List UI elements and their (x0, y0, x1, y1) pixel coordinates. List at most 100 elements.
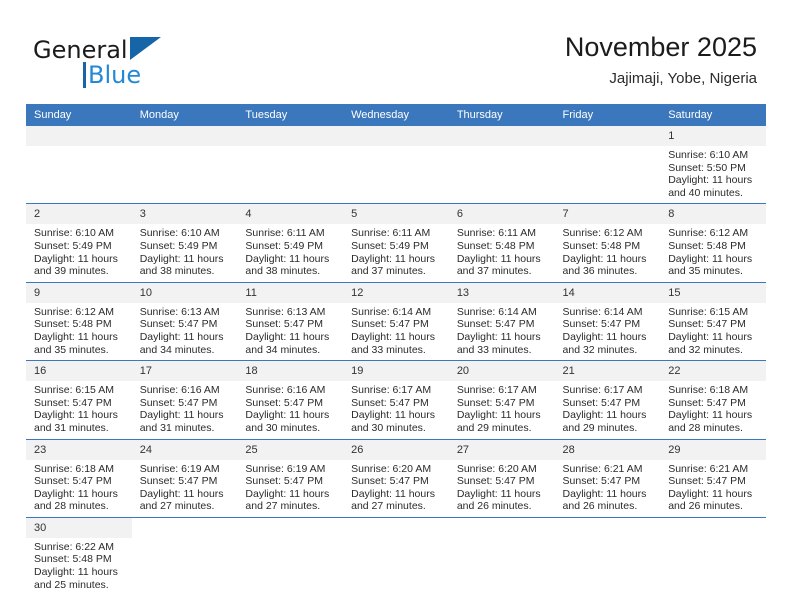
daylight-text: Daylight: 11 hours and 31 minutes. (34, 409, 118, 434)
calendar-day-cell[interactable]: 29 Sunrise: 6:21 AM Sunset: 5:47 PM Dayligh… (660, 439, 766, 518)
sunrise-text: Sunrise: 6:19 AM (139, 462, 220, 475)
sunset-text: Sunset: 5:49 PM (351, 239, 429, 252)
calendar-day-cell[interactable]: 12 Sunrise: 6:14 AM Sunset: 5:47 PM Dayligh… (343, 282, 449, 362)
calendar-cell-empty (448, 517, 555, 596)
calendar-week-row: 2 Sunrise: 6:10 AM Sunset: 5:49 PM Daylight… (26, 203, 766, 283)
sunrise-text: Sunrise: 6:14 AM (562, 305, 643, 318)
weekday-header-tuesday: Tuesday (237, 104, 344, 126)
calendar-day-cell[interactable]: 6 Sunrise: 6:11 AM Sunset: 5:48 PM Daylight… (448, 203, 555, 283)
daylight-text: Daylight: 11 hours and 33 minutes. (351, 330, 435, 356)
calendar-day-cell[interactable]: 23 Sunrise: 6:18 AM Sunset: 5:47 PM Dayligh… (26, 439, 132, 518)
sunset-text: Sunset: 5:47 PM (562, 475, 641, 488)
sunset-text: Sunset: 5:47 PM (139, 318, 218, 331)
calendar-cell-empty (343, 517, 449, 596)
day-number (237, 518, 343, 538)
calendar-day-cell[interactable]: 15 Sunrise: 6:15 AM Sunset: 5:47 PM Dayligh… (660, 282, 766, 362)
daylight-text: Daylight: 11 hours and 32 minutes. (562, 330, 647, 356)
general-blue-logo[interactable]: General Blue (33, 36, 213, 90)
calendar-day-cell[interactable]: 16 Sunrise: 6:15 AM Sunset: 5:47 PM Dayligh… (26, 360, 132, 440)
calendar-day-cell[interactable]: 17 Sunrise: 6:16 AM Sunset: 5:47 PM Dayligh… (131, 360, 238, 440)
day-sun-info: Sunrise: 6:10 AM Sunset: 5:49 PM Daylight:… (26, 224, 132, 281)
calendar-day-cell[interactable]: 5 Sunrise: 6:11 AM Sunset: 5:49 PM Daylight… (343, 203, 449, 283)
day-sun-info: Sunrise: 6:19 AM Sunset: 5:47 PM Daylight:… (132, 460, 238, 517)
day-number: 27 (448, 439, 555, 460)
day-number: 21 (554, 361, 661, 382)
sunset-text: Sunset: 5:47 PM (34, 396, 112, 409)
day-number: 16 (26, 361, 132, 382)
calendar-day-cell[interactable]: 2 Sunrise: 6:10 AM Sunset: 5:49 PM Daylight… (26, 203, 132, 283)
calendar-day-cell[interactable]: 9 Sunrise: 6:12 AM Sunset: 5:48 PM Daylight… (26, 282, 132, 362)
day-number: 24 (131, 439, 238, 460)
calendar-day-cell[interactable]: 14 Sunrise: 6:14 AM Sunset: 5:47 PM Dayligh… (554, 282, 661, 362)
sunset-text: Sunset: 5:49 PM (139, 239, 218, 252)
daylight-text: Daylight: 11 hours and 27 minutes. (139, 487, 224, 513)
daylight-text: Daylight: 11 hours and 27 minutes. (351, 487, 435, 513)
daylight-text: Daylight: 11 hours and 39 minutes. (34, 252, 118, 278)
sunset-text: Sunset: 5:47 PM (351, 396, 429, 409)
sunset-text: Sunset: 5:47 PM (562, 396, 641, 409)
sunrise-text: Sunrise: 6:22 AM (34, 540, 114, 553)
calendar-day-cell[interactable]: 13 Sunrise: 6:14 AM Sunset: 5:47 PM Dayligh… (448, 282, 555, 362)
daylight-text: Daylight: 11 hours and 37 minutes. (351, 252, 435, 278)
sunrise-text: Sunrise: 6:12 AM (562, 227, 643, 240)
day-sun-info: Sunrise: 6:21 AM Sunset: 5:47 PM Daylight:… (555, 460, 661, 517)
calendar-day-cell[interactable]: 8 Sunrise: 6:12 AM Sunset: 5:48 PM Daylight… (660, 203, 766, 283)
sunset-text: Sunset: 5:50 PM (668, 161, 746, 174)
day-number (132, 518, 238, 538)
day-sun-info: Sunrise: 6:22 AM Sunset: 5:48 PM Daylight:… (26, 538, 132, 595)
calendar-day-cell[interactable]: 1 Sunrise: 6:10 AM Sunset: 5:50 PM Daylight… (660, 126, 766, 205)
calendar-cell-empty (131, 517, 238, 596)
day-number: 20 (448, 361, 555, 382)
calendar-day-cell[interactable]: 21 Sunrise: 6:17 AM Sunset: 5:47 PM Dayligh… (554, 360, 661, 440)
calendar-day-cell[interactable]: 22 Sunrise: 6:18 AM Sunset: 5:47 PM Dayligh… (660, 360, 766, 440)
calendar-day-cell[interactable]: 7 Sunrise: 6:12 AM Sunset: 5:48 PM Daylight… (554, 203, 661, 283)
day-sun-info: Sunrise: 6:15 AM Sunset: 5:47 PM Daylight:… (660, 303, 766, 360)
weekday-header-row: Sunday Monday Tuesday Wednesday Thursday… (26, 104, 766, 126)
sunrise-text: Sunrise: 6:15 AM (668, 305, 749, 318)
calendar-day-cell[interactable]: 24 Sunrise: 6:19 AM Sunset: 5:47 PM Dayligh… (131, 439, 238, 518)
calendar-week-row: 23 Sunrise: 6:18 AM Sunset: 5:47 PM Dayligh… (26, 439, 766, 518)
calendar-day-cell[interactable]: 30 Sunrise: 6:22 AM Sunset: 5:48 PM Dayligh… (26, 517, 132, 596)
calendar-day-cell[interactable]: 18 Sunrise: 6:16 AM Sunset: 5:47 PM Dayligh… (237, 360, 344, 440)
calendar-cell-empty (660, 517, 766, 596)
day-sun-info: Sunrise: 6:12 AM Sunset: 5:48 PM Daylight:… (26, 303, 132, 360)
daylight-text: Daylight: 11 hours and 34 minutes. (245, 330, 330, 356)
day-number (554, 126, 661, 146)
day-sun-info: Sunrise: 6:11 AM Sunset: 5:48 PM Daylight:… (449, 224, 555, 281)
sunset-text: Sunset: 5:47 PM (668, 475, 746, 488)
weekday-header-sunday: Sunday (26, 104, 132, 126)
calendar-day-cell[interactable]: 11 Sunrise: 6:13 AM Sunset: 5:47 PM Dayligh… (237, 282, 344, 362)
calendar-day-cell[interactable]: 27 Sunrise: 6:20 AM Sunset: 5:47 PM Dayligh… (448, 439, 555, 518)
sunrise-text: Sunrise: 6:14 AM (351, 305, 432, 318)
daylight-text: Daylight: 11 hours and 33 minutes. (456, 330, 541, 356)
calendar-day-cell[interactable]: 4 Sunrise: 6:11 AM Sunset: 5:49 PM Daylight… (237, 203, 344, 283)
daylight-text: Daylight: 11 hours and 37 minutes. (456, 252, 541, 278)
sunset-text: Sunset: 5:47 PM (668, 318, 746, 331)
weekday-header-thursday: Thursday (448, 104, 555, 126)
calendar-day-cell[interactable]: 19 Sunrise: 6:17 AM Sunset: 5:47 PM Dayligh… (343, 360, 449, 440)
sunrise-text: Sunrise: 6:17 AM (351, 384, 432, 397)
day-sun-info: Sunrise: 6:12 AM Sunset: 5:48 PM Daylight:… (555, 224, 661, 281)
calendar-day-cell[interactable]: 3 Sunrise: 6:10 AM Sunset: 5:49 PM Daylight… (131, 203, 238, 283)
day-number: 15 (660, 282, 766, 303)
sunrise-text: Sunrise: 6:14 AM (456, 305, 537, 318)
day-number: 19 (343, 361, 449, 382)
page-subtitle: Jajimaji, Yobe, Nigeria (609, 70, 757, 87)
day-number: 1 (660, 126, 766, 146)
day-number (449, 518, 555, 538)
sunset-text: Sunset: 5:47 PM (562, 318, 641, 331)
calendar-day-cell[interactable]: 10 Sunrise: 6:13 AM Sunset: 5:47 PM Dayligh… (131, 282, 238, 362)
day-number: 5 (343, 204, 449, 225)
sunset-text: Sunset: 5:47 PM (668, 396, 746, 409)
sunset-text: Sunset: 5:47 PM (245, 318, 324, 331)
sunrise-text: Sunrise: 6:13 AM (245, 305, 326, 318)
day-number: 18 (237, 361, 344, 382)
calendar-day-cell[interactable]: 26 Sunrise: 6:20 AM Sunset: 5:47 PM Dayligh… (343, 439, 449, 518)
calendar-day-cell[interactable]: 25 Sunrise: 6:19 AM Sunset: 5:47 PM Dayligh… (237, 439, 344, 518)
sunrise-text: Sunrise: 6:20 AM (456, 462, 537, 475)
calendar-day-cell[interactable]: 20 Sunrise: 6:17 AM Sunset: 5:47 PM Dayligh… (448, 360, 555, 440)
logo-text-blue: Blue (88, 61, 142, 89)
day-sun-info: Sunrise: 6:11 AM Sunset: 5:49 PM Daylight:… (343, 224, 449, 281)
daylight-text: Daylight: 11 hours and 28 minutes. (668, 409, 753, 434)
calendar-day-cell[interactable]: 28 Sunrise: 6:21 AM Sunset: 5:47 PM Dayligh… (554, 439, 661, 518)
